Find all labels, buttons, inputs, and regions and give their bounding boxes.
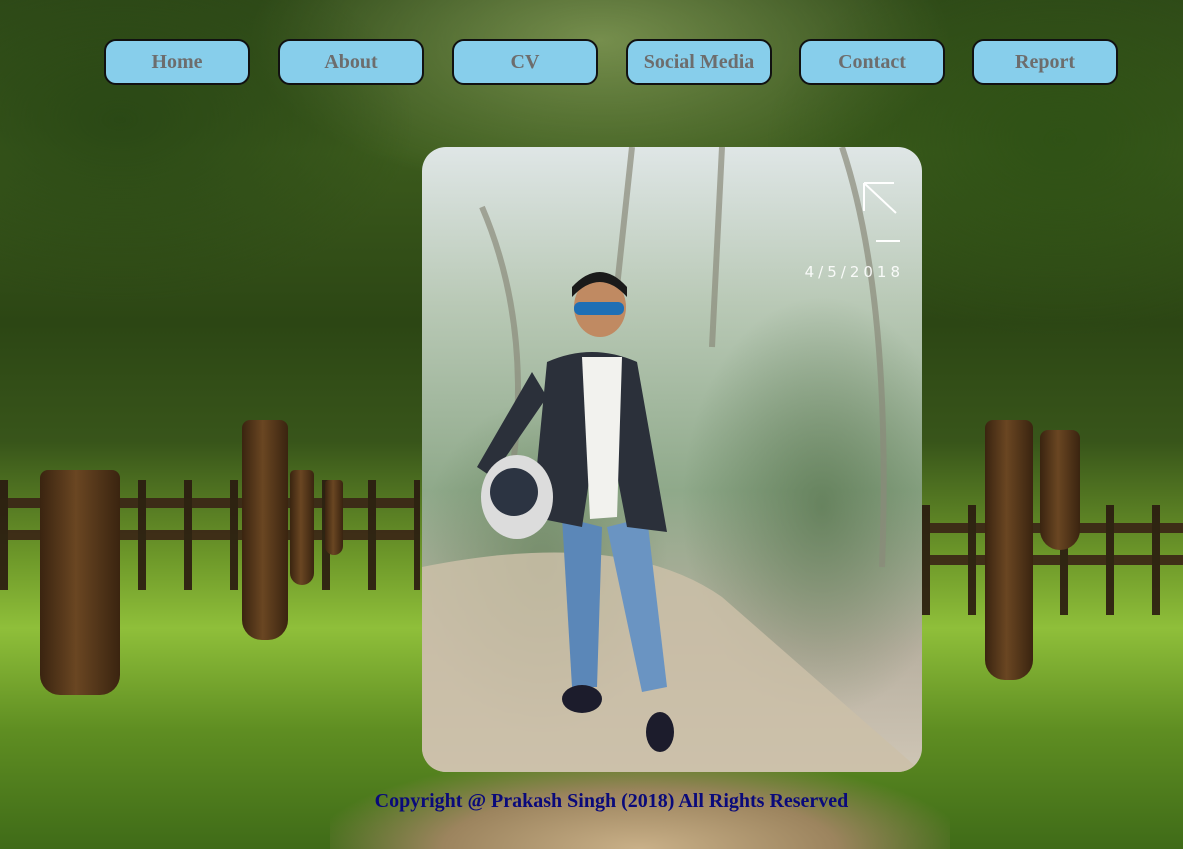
tree-trunk	[40, 470, 120, 695]
fence-left	[0, 480, 420, 590]
tree-trunk	[290, 470, 314, 585]
nav-contact-button[interactable]: Contact	[799, 39, 945, 85]
nav-home-button[interactable]: Home	[104, 39, 250, 85]
person-illustration	[422, 147, 922, 772]
nav-about-button[interactable]: About	[278, 39, 424, 85]
photo-corner-icon	[863, 182, 900, 242]
tree-trunk	[1040, 430, 1080, 550]
tree-trunk	[242, 420, 288, 640]
tree-trunk	[985, 420, 1033, 680]
tree-trunk	[325, 480, 343, 555]
nav-report-button[interactable]: Report	[972, 39, 1118, 85]
profile-photo: 4/5/2018	[422, 147, 922, 772]
nav-social-media-button[interactable]: Social Media	[626, 39, 772, 85]
nav-cv-button[interactable]: CV	[452, 39, 598, 85]
fence-right	[922, 505, 1183, 615]
copyright-footer: Copyright @ Prakash Singh (2018) All Rig…	[374, 790, 849, 812]
main-navigation: Home About CV Social Media Contact Repor…	[104, 39, 1122, 89]
photo-date-stamp: 4/5/2018	[804, 263, 904, 281]
